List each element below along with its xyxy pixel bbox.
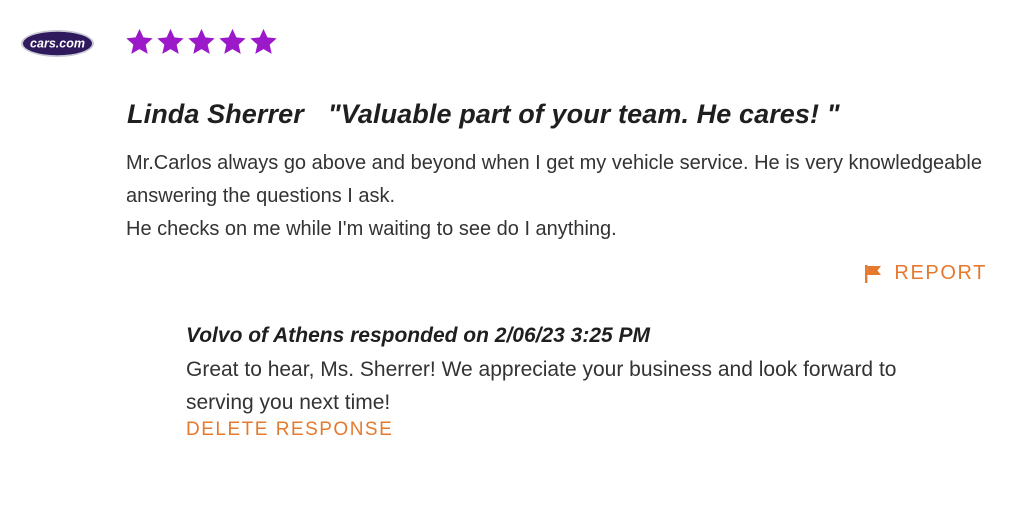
review-title: Linda Sherrer "Valuable part of your team… xyxy=(127,99,840,130)
review-headline: "Valuable part of your team. He cares! " xyxy=(327,99,840,129)
cars-com-logo-text: cars.com xyxy=(30,37,85,51)
review-body-line: He checks on me while I'm waiting to see… xyxy=(126,218,617,240)
review-body: Mr.Carlos always go above and beyond whe… xyxy=(126,147,986,246)
star-icon xyxy=(187,27,216,56)
report-label: REPORT xyxy=(894,262,987,284)
review-body-line: Mr.Carlos always go above and beyond whe… xyxy=(126,152,982,207)
report-button[interactable]: REPORT xyxy=(864,262,987,285)
delete-response-link[interactable]: DELETE RESPONSE xyxy=(186,419,393,441)
cars-com-logo: cars.com xyxy=(20,29,95,58)
review-author: Linda Sherrer xyxy=(127,99,304,129)
flag-icon xyxy=(864,264,884,284)
response-header: Volvo of Athens responded on 2/06/23 3:2… xyxy=(186,324,651,347)
response-body: Great to hear, Ms. Sherrer! We appreciat… xyxy=(186,358,897,414)
star-icon xyxy=(249,27,278,56)
dealer-response: Volvo of Athens responded on 2/06/23 3:2… xyxy=(186,322,966,441)
star-icon xyxy=(156,27,185,56)
star-icon xyxy=(125,27,154,56)
star-icon xyxy=(218,27,247,56)
star-rating xyxy=(125,27,278,56)
